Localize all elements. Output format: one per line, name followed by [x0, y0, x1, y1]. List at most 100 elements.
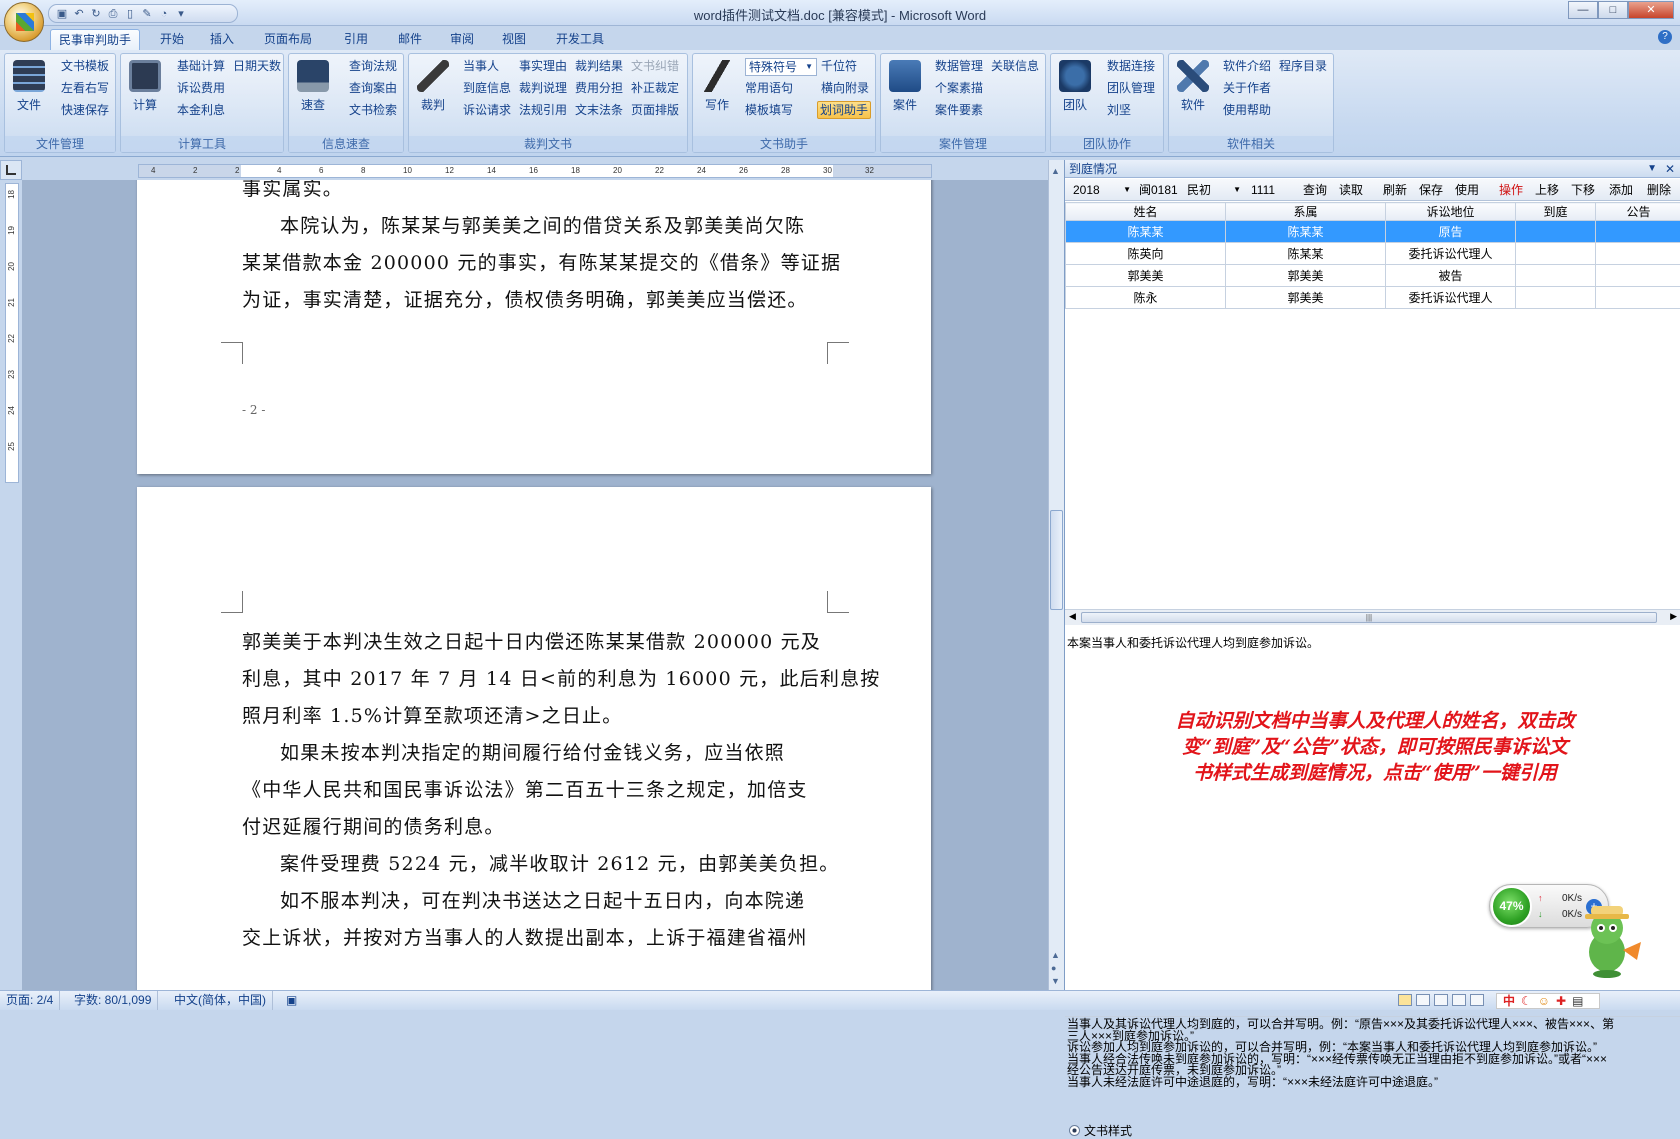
claims-button[interactable]: 诉讼请求	[463, 100, 511, 120]
query-cause-button[interactable]: 查询案由	[349, 78, 397, 98]
case-type-select[interactable]: 民初▼	[1187, 181, 1243, 199]
mascot-icon[interactable]	[1577, 900, 1645, 980]
team-management-button[interactable]: 团队管理	[1107, 78, 1155, 98]
data-connect-button[interactable]: 数据连接	[1107, 56, 1155, 76]
year-select[interactable]: 2018▼	[1073, 181, 1133, 199]
save-button[interactable]: 保存	[1419, 181, 1443, 199]
print-layout-view-icon[interactable]	[1398, 994, 1412, 1006]
law-citation-button[interactable]: 法规引用	[519, 100, 567, 120]
full-screen-view-icon[interactable]	[1416, 994, 1430, 1006]
query-button[interactable]: 查询	[1303, 181, 1327, 199]
tab-selector[interactable]	[0, 160, 22, 180]
case-button[interactable]: 案件	[885, 57, 925, 119]
word-count[interactable]: 字数: 80/1,099	[68, 991, 158, 1010]
side-by-side-write-button[interactable]: 左看右写	[61, 78, 109, 98]
help-icon[interactable]: ?	[1658, 30, 1672, 44]
parties-button[interactable]: 当事人	[463, 56, 499, 76]
col-role-header[interactable]: 诉讼地位	[1386, 203, 1516, 221]
document-search-button[interactable]: 文书检索	[349, 100, 397, 120]
use-button[interactable]: 使用	[1455, 181, 1479, 199]
about-author-button[interactable]: 关于作者	[1223, 78, 1271, 98]
add-button[interactable]: 添加	[1609, 181, 1633, 199]
close-button[interactable]: ✕	[1628, 1, 1674, 19]
principal-interest-button[interactable]: 本金利息	[177, 100, 225, 120]
pane-close-icon[interactable]: ✕	[1665, 160, 1675, 178]
court-code-field[interactable]: 闽0181	[1139, 181, 1183, 199]
ime-plus-icon[interactable]: ✚	[1556, 992, 1566, 1011]
team-button[interactable]: 团队	[1055, 57, 1095, 119]
table-row[interactable]: 陈某某陈某某原告	[1066, 221, 1680, 243]
data-management-button[interactable]: 数据管理	[935, 56, 983, 76]
page-layout-button[interactable]: 页面排版	[631, 100, 679, 120]
tab-view[interactable]: 视图	[492, 29, 536, 50]
move-down-button[interactable]: 下移	[1571, 181, 1595, 199]
table-row[interactable]: 陈永郭美美委托诉讼代理人	[1066, 287, 1680, 309]
lookup-button[interactable]: 速查	[293, 57, 333, 119]
outline-view-icon[interactable]	[1452, 994, 1466, 1006]
office-button[interactable]	[4, 2, 44, 42]
basic-calc-button[interactable]: 基础计算	[177, 56, 225, 76]
minimize-button[interactable]: —	[1568, 1, 1598, 19]
file-template-button[interactable]: 文书模板	[61, 56, 109, 76]
case-elements-button[interactable]: 案件要素	[935, 100, 983, 120]
usage-help-button[interactable]: 使用帮助	[1223, 100, 1271, 120]
web-layout-view-icon[interactable]	[1434, 994, 1448, 1006]
grid-horizontal-scrollbar[interactable]: ◀ ||| ▶	[1065, 609, 1680, 625]
col-notice-header[interactable]: 公告	[1596, 203, 1680, 221]
tab-developer[interactable]: 开发工具	[548, 29, 612, 50]
tab-mailings[interactable]: 邮件	[388, 29, 432, 50]
scroll-thumb[interactable]: |||	[1081, 612, 1657, 623]
ime-keyboard-icon[interactable]: ▤	[1572, 992, 1583, 1011]
query-laws-button[interactable]: 查询法规	[349, 56, 397, 76]
col-present-header[interactable]: 到庭	[1516, 203, 1596, 221]
tab-insert[interactable]: 插入	[200, 29, 244, 50]
landscape-appendix-button[interactable]: 横向附录	[821, 78, 869, 98]
special-symbols-dropdown[interactable]: 特殊符号▼	[745, 58, 817, 76]
case-number-field[interactable]: 1111	[1251, 181, 1291, 199]
vertical-ruler[interactable]: 1819202122232425	[5, 183, 19, 483]
page-indicator[interactable]: 页面: 2/4	[0, 991, 60, 1010]
file-button[interactable]: 文件	[9, 57, 49, 119]
read-button[interactable]: 读取	[1339, 181, 1363, 199]
document-style-radio[interactable]: 文书样式	[1069, 1122, 1132, 1139]
attendance-result-text[interactable]: 本案当事人和委托诉讼代理人均到庭参加诉讼。	[1067, 634, 1319, 651]
maximize-button[interactable]: □	[1598, 1, 1628, 19]
judgment-button[interactable]: 裁判	[413, 57, 453, 119]
facts-reasons-button[interactable]: 事实理由	[519, 56, 567, 76]
user-name-button[interactable]: 刘坚	[1107, 100, 1131, 120]
tab-review[interactable]: 审阅	[440, 29, 484, 50]
document-area[interactable]: 事实属实。 本院认为，陈某某与郭美美之间的借贷关系及郭美美尚欠陈 某某借款本金 …	[22, 180, 1048, 990]
document-correction-button[interactable]: 文书纠错	[631, 56, 679, 76]
table-row[interactable]: 陈英向陈某某委托诉讼代理人	[1066, 243, 1680, 265]
col-name-header[interactable]: 姓名	[1066, 203, 1226, 221]
judgment-reasoning-button[interactable]: 裁判说理	[519, 78, 567, 98]
cost-sharing-button[interactable]: 费用分担	[575, 78, 623, 98]
attendance-info-button[interactable]: 到庭信息	[463, 78, 511, 98]
common-phrases-button[interactable]: 常用语句	[745, 78, 793, 98]
col-affiliation-header[interactable]: 系属	[1226, 203, 1386, 221]
word-select-helper-button[interactable]: 划词助手	[817, 101, 871, 119]
quick-save-button[interactable]: 快速保存	[61, 100, 109, 120]
judgment-result-button[interactable]: 裁判结果	[575, 56, 623, 76]
delete-button[interactable]: 删除	[1647, 181, 1671, 199]
scroll-left-icon[interactable]: ◀	[1069, 611, 1076, 622]
tab-page-layout[interactable]: 页面布局	[256, 29, 320, 50]
move-up-button[interactable]: 上移	[1535, 181, 1559, 199]
document-page-2[interactable]: 事实属实。 本院认为，陈某某与郭美美之间的借贷关系及郭美美尚欠陈 某某借款本金 …	[137, 180, 931, 474]
table-row[interactable]: 郭美美郭美美被告	[1066, 265, 1680, 287]
thousands-separator-button[interactable]: 千位符	[821, 56, 857, 76]
software-intro-button[interactable]: 软件介绍	[1223, 56, 1271, 76]
write-button[interactable]: 写作	[697, 57, 737, 119]
language-indicator[interactable]: 中文(简体，中国)	[168, 991, 273, 1010]
correction-ruling-button[interactable]: 补正裁定	[631, 78, 679, 98]
horizontal-ruler[interactable]: 422468101214161820222426283032	[138, 164, 932, 178]
tab-civil-trial-assistant[interactable]: 民事审判助手	[50, 29, 140, 50]
draft-view-icon[interactable]	[1470, 994, 1484, 1006]
tab-home[interactable]: 开始	[150, 29, 194, 50]
case-sketch-button[interactable]: 个案素描	[935, 78, 983, 98]
ime-emoji-icon[interactable]: ☺	[1538, 992, 1550, 1011]
refresh-button[interactable]: 刷新	[1383, 181, 1407, 199]
macro-record-icon[interactable]: ▣	[280, 991, 303, 1010]
related-info-button[interactable]: 关联信息	[991, 56, 1039, 76]
ending-articles-button[interactable]: 文末法条	[575, 100, 623, 120]
